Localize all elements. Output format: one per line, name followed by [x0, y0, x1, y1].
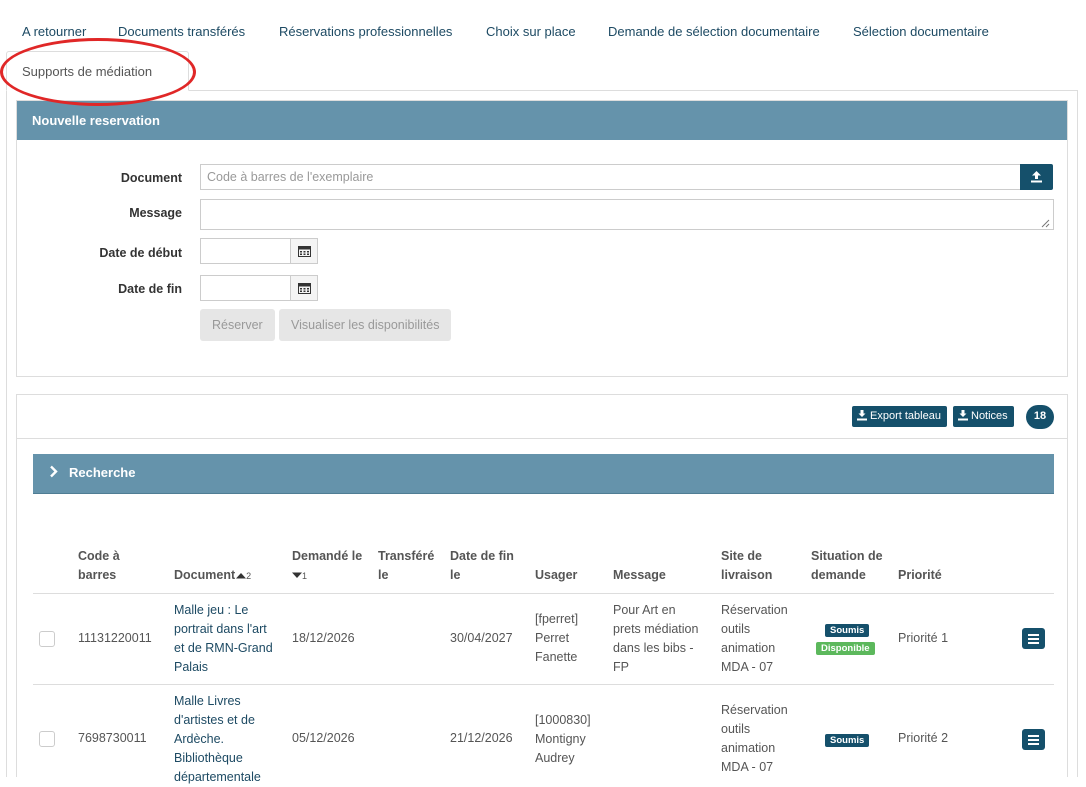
- chevron-right-icon: [50, 465, 58, 478]
- status-badge-soumis: Soumis: [825, 734, 870, 747]
- start-date-calendar-button[interactable]: [290, 238, 318, 264]
- tab-documents-transferes[interactable]: Documents transférés: [118, 24, 245, 39]
- header-transferred[interactable]: Transféré le: [378, 547, 434, 585]
- header-user[interactable]: Usager: [535, 566, 577, 585]
- header-message[interactable]: Message: [613, 566, 666, 585]
- reservation-list-panel: Export tableau Notices 18 Recherche Code…: [16, 394, 1068, 784]
- header-status[interactable]: Situation de demande: [811, 547, 883, 585]
- end-date-label: Date de fin: [118, 282, 182, 296]
- menu-icon: [1028, 633, 1039, 644]
- header-barcode[interactable]: Code à barres: [78, 547, 120, 585]
- status-badge-disponible: Disponible: [816, 642, 875, 655]
- row-end-date: 21/12/2026: [450, 731, 513, 745]
- reserve-button[interactable]: Réserver: [200, 309, 275, 341]
- row-priority: Priorité 2: [898, 731, 949, 745]
- download-icon: [857, 410, 867, 421]
- tab-supports-de-mediation[interactable]: Supports de médiation: [6, 51, 189, 91]
- header-delivery-site[interactable]: Site de livraison: [721, 547, 772, 585]
- upload-button[interactable]: [1020, 164, 1053, 190]
- result-count-badge: 18: [1026, 405, 1054, 429]
- message-label: Message: [129, 206, 182, 220]
- row-requested-date: 18/12/2026: [292, 631, 355, 645]
- row-delivery-site: Réservation outils animation MDA - 07: [721, 703, 788, 774]
- row-barcode: 11131220011: [78, 631, 152, 645]
- tab-a-retourner[interactable]: A retourner: [22, 24, 86, 39]
- row-divider: [33, 684, 1054, 685]
- resize-handle-icon[interactable]: [1041, 219, 1050, 228]
- row-divider: [33, 593, 1054, 594]
- header-document[interactable]: Document 2: [174, 566, 251, 586]
- row-user: [1000830] Montigny Audrey: [535, 713, 591, 765]
- end-date-input[interactable]: [200, 275, 291, 301]
- notices-button[interactable]: Notices: [953, 406, 1014, 427]
- sort-asc-icon: [236, 573, 247, 579]
- menu-icon: [1028, 734, 1039, 745]
- header-priority[interactable]: Priorité: [898, 566, 942, 585]
- row-requested-date: 05/12/2026: [292, 731, 355, 745]
- export-table-button[interactable]: Export tableau: [852, 406, 947, 427]
- header-end-date[interactable]: Date de fin le: [450, 547, 514, 585]
- export-table-label: Export tableau: [870, 410, 941, 422]
- row-document-link[interactable]: Malle jeu : Le portrait dans l'art et de R…: [174, 601, 273, 677]
- row-checkbox[interactable]: [39, 731, 55, 747]
- row-priority: Priorité 1: [898, 631, 949, 645]
- barcode-input[interactable]: [200, 164, 1021, 190]
- start-date-label: Date de début: [99, 246, 182, 260]
- row-delivery-site: Réservation outils animation MDA - 07: [721, 603, 788, 674]
- end-date-calendar-button[interactable]: [290, 275, 318, 301]
- row-actions-button[interactable]: [1022, 628, 1045, 649]
- calendar-icon: [297, 283, 311, 294]
- row-message: Pour Art en prets médiation dans les bibs …: [613, 603, 699, 674]
- message-textarea[interactable]: [200, 199, 1054, 230]
- view-availability-button[interactable]: Visualiser les disponibilités: [279, 309, 452, 341]
- search-toggle[interactable]: Recherche: [33, 454, 1054, 494]
- calendar-icon: [297, 246, 311, 257]
- row-barcode: 7698730011: [78, 731, 147, 745]
- header-requested[interactable]: Demandé le 1: [292, 547, 362, 586]
- row-actions-button[interactable]: [1022, 729, 1045, 750]
- sort-desc-icon: [292, 572, 302, 578]
- new-reservation-panel: Nouvelle reservation Document Message Da…: [16, 100, 1068, 377]
- search-label: Recherche: [69, 465, 136, 480]
- new-reservation-title: Nouvelle reservation: [17, 101, 1067, 140]
- row-end-date: 30/04/2027: [450, 631, 513, 645]
- tab-bar: A retourner Documents transférés Réserva…: [6, 18, 1080, 98]
- document-label: Document: [120, 171, 182, 185]
- row-document-link[interactable]: Malle Livres d'artistes et de Ardèche. Bibl…: [174, 692, 261, 787]
- tab-selection-documentaire[interactable]: Sélection documentaire: [853, 24, 989, 39]
- notices-label: Notices: [971, 410, 1008, 422]
- start-date-input[interactable]: [200, 238, 291, 264]
- download-icon: [958, 410, 968, 421]
- tab-reservations-professionnelles[interactable]: Réservations professionnelles: [279, 24, 452, 39]
- row-checkbox[interactable]: [39, 631, 55, 647]
- status-badge-soumis: Soumis: [825, 624, 870, 637]
- row-user: [fperret] Perret Fanette: [535, 612, 579, 664]
- toolbar-divider: [17, 438, 1067, 439]
- upload-icon: [1031, 171, 1042, 183]
- tab-demande-selection-documentaire[interactable]: Demande de sélection documentaire: [608, 24, 820, 39]
- tab-choix-sur-place[interactable]: Choix sur place: [486, 24, 576, 39]
